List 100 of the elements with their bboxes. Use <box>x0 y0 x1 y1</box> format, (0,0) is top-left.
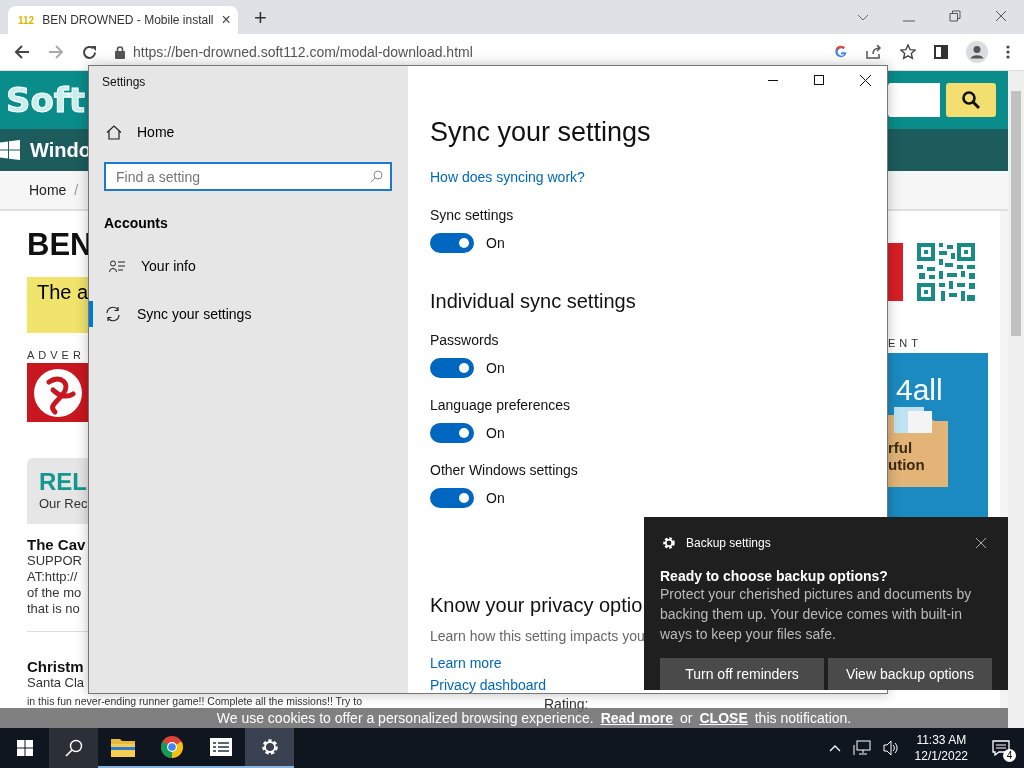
read-more-link[interactable]: Read more <box>600 710 674 726</box>
folder-icon <box>110 737 135 757</box>
article-title[interactable]: Christm <box>27 658 84 675</box>
google-icon[interactable] <box>834 45 848 59</box>
site-search-field[interactable] <box>888 83 940 117</box>
window-title: Settings <box>102 75 146 89</box>
search-field[interactable]: Find a setting <box>104 162 392 191</box>
related-title: REL <box>39 468 88 496</box>
ad-text: ution <box>888 456 926 473</box>
network-icon[interactable] <box>852 740 871 756</box>
page-heading: Sync your settings <box>430 117 651 148</box>
privacy-text: Learn how this setting impacts you <box>430 628 645 644</box>
related-subtitle: Our Rec <box>39 496 89 511</box>
toggle-label: Other Windows settings <box>430 462 578 478</box>
search-icon <box>961 90 981 110</box>
tab-close-button[interactable]: × <box>221 11 231 29</box>
windows-logo-icon <box>16 740 33 756</box>
toggle-switch[interactable] <box>430 423 474 443</box>
browser-tab[interactable]: 112 BEN DROWNED - Mobile install × <box>8 6 238 34</box>
share-icon[interactable] <box>866 45 882 59</box>
article-text: in this fun never-ending runner game!! Complete all the missions!! Try to <box>27 695 362 707</box>
scrollbar-thumb[interactable] <box>1011 91 1021 336</box>
taskbar-button[interactable] <box>245 728 294 768</box>
qr-code-icon[interactable] <box>917 243 975 301</box>
restore-icon[interactable] <box>949 10 961 22</box>
privacy-link[interactable]: Learn more <box>430 655 502 671</box>
toggle-label: Sync settings <box>430 207 514 223</box>
help-link[interactable]: How does syncing work? <box>430 169 585 185</box>
minimize-icon[interactable] <box>768 79 778 81</box>
taskbar-button[interactable] <box>49 728 98 768</box>
article-text: of the mo <box>27 585 82 601</box>
search-icon <box>64 739 83 757</box>
bookmark-star-icon[interactable] <box>900 44 916 60</box>
tray-chevron-icon[interactable] <box>828 744 841 752</box>
toggle-label: Passwords <box>430 332 499 348</box>
notification-center-button[interactable]: 4 <box>978 728 1024 768</box>
chrome-icon <box>160 736 183 758</box>
lock-icon[interactable] <box>115 45 125 59</box>
settings-icon <box>662 535 676 550</box>
site-favicon: 112 <box>18 14 35 26</box>
notice-text: The a <box>37 281 89 303</box>
toast-app-name: Backup settings <box>686 535 771 550</box>
tab-title: BEN DROWNED - Mobile install <box>42 13 214 27</box>
cookie-text: We use cookies to offer a personalized browsing experience. <box>216 710 594 726</box>
toggle-label: Language preferences <box>430 397 571 413</box>
list-window-icon <box>209 738 232 756</box>
home-nav-item[interactable]: Home <box>106 124 408 140</box>
toggle-state: On <box>486 360 505 376</box>
ad-banner[interactable] <box>27 363 88 422</box>
reload-icon[interactable] <box>82 44 97 60</box>
toast-button[interactable]: Turn off reminders <box>660 658 824 690</box>
toast-button[interactable]: View backup options <box>828 658 992 690</box>
breadcrumb-separator: / <box>74 182 79 198</box>
article-text: SUPPOR <box>27 553 82 569</box>
close-icon[interactable] <box>860 74 871 86</box>
settings-icon <box>259 737 280 757</box>
toggle-state: On <box>486 490 505 506</box>
close-link[interactable]: CLOSE <box>699 710 748 726</box>
ad-label: ADVER <box>27 349 86 361</box>
article-text: AT:http:// <box>27 569 78 585</box>
notification-count: 4 <box>1003 749 1016 762</box>
toggle-state: On <box>486 425 505 441</box>
clock-time: 11:33 AM <box>916 732 967 748</box>
toggle-switch[interactable] <box>430 233 474 253</box>
rating-label: Rating: <box>544 696 589 712</box>
address-field[interactable]: https://ben-drowned.soft112.com/modal-download.html <box>133 44 473 60</box>
toast-heading: Ready to choose backup options? <box>660 568 889 584</box>
article-title[interactable]: The Cav <box>27 536 86 553</box>
back-icon[interactable] <box>14 45 30 59</box>
clock-date: 12/1/2022 <box>914 748 968 764</box>
nav-item[interactable]: Your info <box>89 253 408 279</box>
toggle-switch[interactable] <box>430 488 474 508</box>
section-heading: Accounts <box>104 215 169 231</box>
person-list-icon <box>109 259 125 273</box>
windows-logo-icon <box>0 140 20 160</box>
privacy-link[interactable]: Privacy dashboard <box>430 677 546 693</box>
article-text: Santa Cla <box>27 675 85 691</box>
volume-icon[interactable] <box>882 740 899 756</box>
close-icon[interactable] <box>976 537 986 548</box>
site-search-button[interactable] <box>946 83 996 117</box>
search-icon <box>370 170 383 183</box>
scrollbar[interactable] <box>1008 71 1024 728</box>
side-panel-icon[interactable] <box>934 45 948 59</box>
ad-text: rful <box>888 439 914 456</box>
nav-link[interactable]: Windo <box>30 138 91 162</box>
new-tab-button[interactable]: + <box>254 5 267 31</box>
cookie-text: or <box>680 710 693 726</box>
tab-search-icon[interactable] <box>857 14 869 22</box>
menu-icon[interactable] <box>1006 45 1010 59</box>
toggle-state: On <box>486 235 505 251</box>
cookie-text: this notification. <box>754 710 852 726</box>
ad-label: ENT <box>888 337 923 349</box>
toggle-switch[interactable] <box>430 358 474 378</box>
clock[interactable]: 11:33 AM 12/1/2022 <box>904 728 978 768</box>
maximize-icon[interactable] <box>814 75 824 85</box>
article-text: that is no <box>27 601 80 617</box>
profile-icon[interactable] <box>966 41 988 63</box>
breadcrumb-link[interactable]: Home <box>29 182 67 198</box>
home-icon <box>106 124 122 140</box>
toast-message: Protect your cherished pictures and documents by backing them up. Your device comes with built-in ways to keep your files safe. <box>660 585 973 644</box>
